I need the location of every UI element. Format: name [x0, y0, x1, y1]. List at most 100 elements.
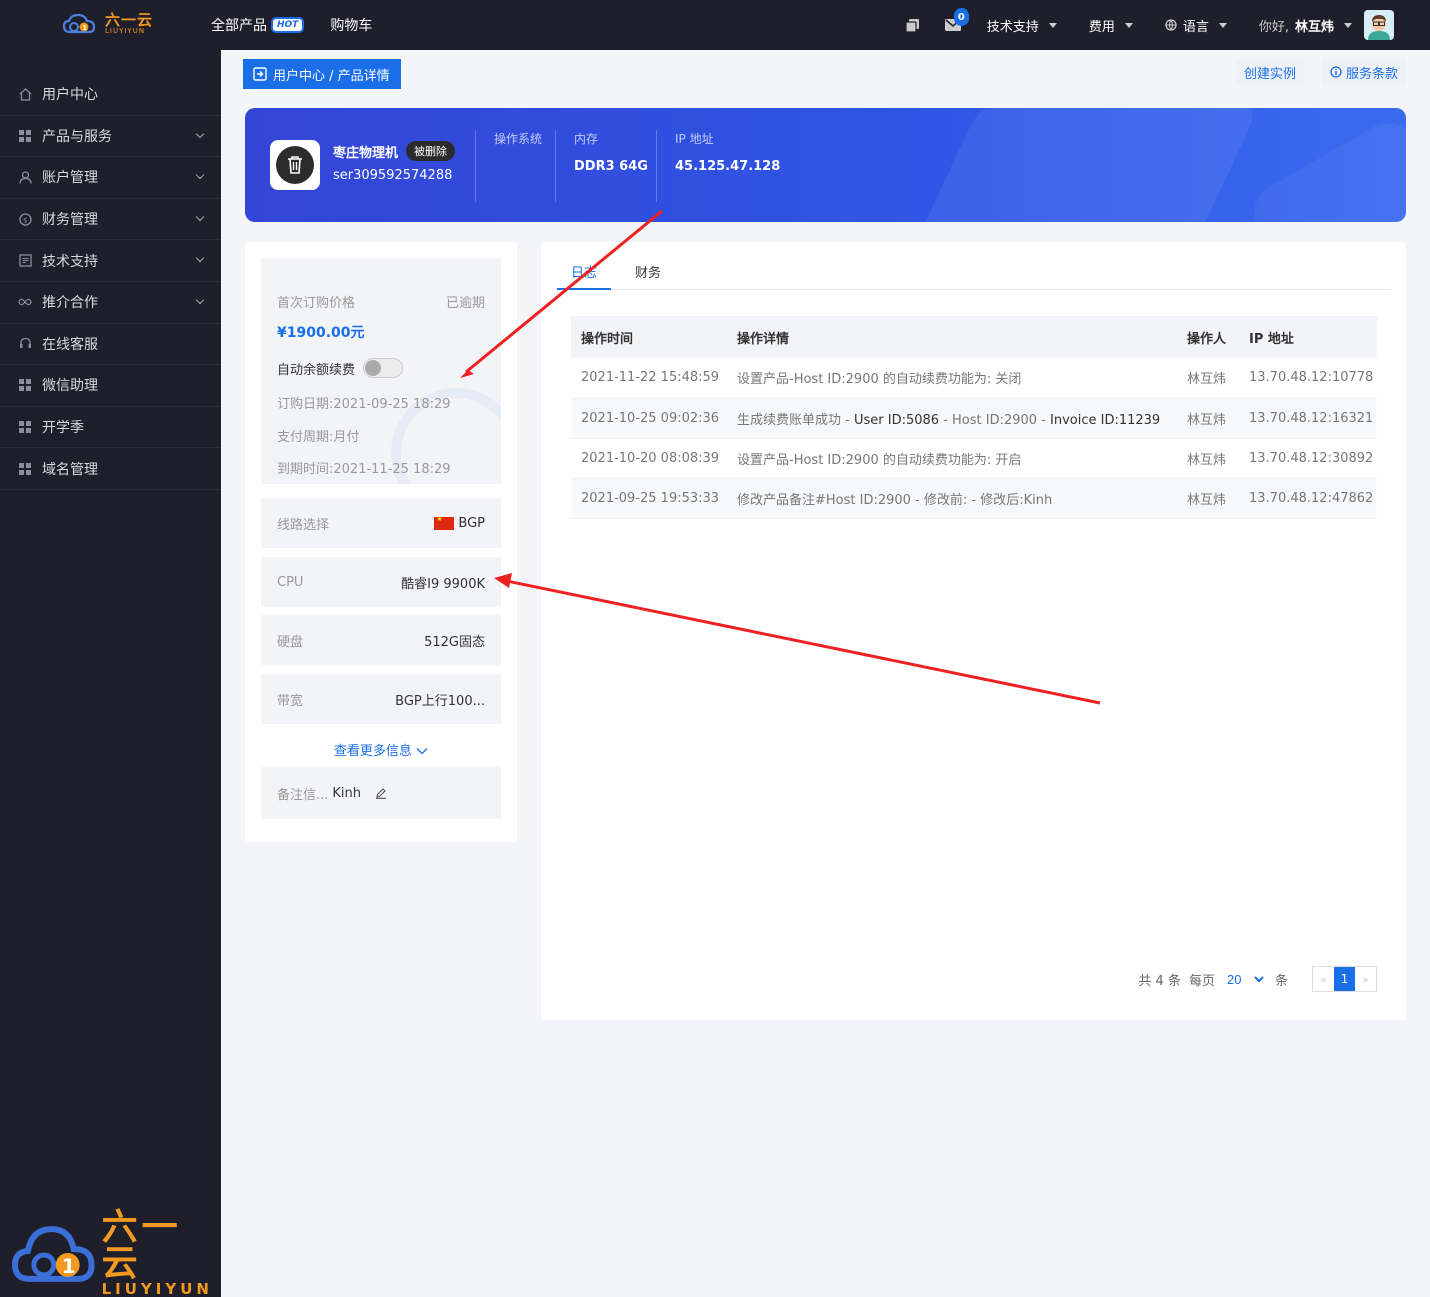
language-dropdown[interactable]: 语言 — [1165, 16, 1227, 35]
prev-page-button[interactable]: « — [1313, 967, 1334, 991]
chevron-down-icon — [416, 748, 428, 755]
invoice-id-link[interactable]: Invoice ID:11239 — [1050, 413, 1160, 428]
memory-value: DDR3 64G — [574, 159, 648, 174]
grid-icon — [18, 378, 32, 392]
note-value: Kinh — [332, 785, 362, 801]
nav-cart[interactable]: 购物车 — [330, 15, 372, 35]
spec-key: 硬盘 — [277, 634, 304, 650]
logo-text-en: LIUYIYUN — [105, 27, 146, 35]
fees-dropdown[interactable]: 费用 — [1089, 16, 1133, 35]
sidebar-item-products[interactable]: 产品与服务 — [0, 116, 221, 158]
sidebar-item-label: 账户管理 — [42, 170, 98, 187]
tech-support-label: 技术支持 — [986, 19, 1039, 35]
product-serial: ser309592574288 — [333, 168, 453, 183]
user-menu-dropdown[interactable]: 你好, 林互炜 — [1259, 10, 1394, 40]
nav-all-products[interactable]: 全部产品 HOT — [211, 15, 305, 35]
create-instance-button[interactable]: 创建实例 — [1235, 59, 1304, 85]
document-icon — [18, 254, 32, 268]
caret-down-icon — [1218, 22, 1227, 28]
trash-icon — [288, 156, 302, 174]
os-label: 操作系统 — [494, 132, 543, 146]
tab-bar: 日志 财务 — [557, 258, 1390, 290]
sidebar-item-referral[interactable]: 推介合作 — [0, 282, 221, 324]
copy-button[interactable] — [893, 0, 933, 50]
china-flag-icon — [434, 515, 455, 530]
sidebar-item-user-center[interactable]: 用户中心 — [0, 74, 221, 116]
sidebar-item-tech-support[interactable]: 技术支持 — [0, 240, 221, 282]
status-badge: 被删除 — [406, 141, 456, 161]
chevron-down-icon — [195, 295, 205, 305]
breadcrumb[interactable]: 用户中心 / 产品详情 — [243, 59, 401, 89]
sidebar-item-account[interactable]: 账户管理 — [0, 157, 221, 199]
memory-label: 内存 — [574, 132, 599, 146]
column-header: 操作详情 — [727, 316, 1177, 358]
chevron-down-icon — [195, 170, 205, 180]
tab-finance[interactable]: 财务 — [635, 258, 661, 290]
tech-support-dropdown[interactable]: 技术支持 — [987, 16, 1057, 35]
user-id-link[interactable]: User ID:5086 — [854, 413, 939, 428]
spec-key: 带宽 — [277, 693, 304, 709]
auto-renew-toggle[interactable] — [363, 358, 404, 378]
cloud-logo-icon: 1 — [12, 1225, 95, 1282]
logo-text-cn: 六一云 — [101, 1207, 182, 1284]
more-info-link[interactable]: 查看更多信息 — [245, 740, 517, 759]
service-terms-label: 服务条款 — [1345, 66, 1398, 82]
sidebar-item-online-service[interactable]: 在线客服 — [0, 324, 221, 366]
log-detail: 设置产品-Host ID:2900 的自动续费功能为: 开启 — [727, 438, 1177, 479]
order-date: 订购日期:2021-09-25 18:29 — [277, 397, 451, 412]
service-terms-button[interactable]: 服务条款 — [1321, 59, 1406, 85]
log-detail: 生成续费账单成功 - User ID:5086 - Host ID:2900 -… — [727, 398, 1177, 439]
logo-text-cn: 六一云 — [105, 11, 154, 29]
log-detail: 修改产品备注#Host ID:2900 - 修改前: - 修改后:Kinh — [727, 478, 1177, 519]
avatar[interactable] — [1364, 10, 1394, 40]
sidebar-item-wechat-assistant[interactable]: 微信助理 — [0, 365, 221, 407]
language-label: 语言 — [1182, 19, 1209, 35]
per-page-label: 每页 — [1188, 973, 1215, 989]
spec-value: 酷睿I9 9900K — [401, 576, 485, 592]
chevron-down-icon — [195, 129, 205, 138]
infinity-icon — [18, 295, 32, 309]
edit-icon[interactable] — [375, 787, 387, 799]
per-page-select[interactable]: 20 — [1222, 970, 1267, 988]
sidebar-item-finance[interactable]: $ 财务管理 — [0, 199, 221, 241]
spec-key: 线路选择 — [277, 517, 330, 533]
more-info-label: 查看更多信息 — [333, 744, 412, 759]
product-name: 枣庄物理机 — [333, 145, 399, 161]
next-page-button[interactable]: » — [1355, 967, 1376, 991]
messages-button[interactable]: 0 — [933, 0, 973, 50]
sidebar-item-label: 微信助理 — [42, 378, 98, 395]
svg-text:1: 1 — [62, 1254, 76, 1277]
price-value: ¥1900.00元 — [277, 325, 365, 341]
spec-value: BGP上行100... — [395, 693, 485, 709]
globe-icon — [1165, 19, 1177, 31]
table-row: 2021-11-22 15:48:59 设置产品-Host ID:2900 的自… — [571, 358, 1377, 399]
chevron-down-icon — [195, 212, 205, 222]
header-logo[interactable]: 1 六一云 LIUYIYUN — [62, 12, 153, 36]
sidebar-item-label: 推介合作 — [42, 295, 98, 312]
logo-text-en: LIUYIYUN — [101, 1280, 213, 1297]
ip-column: IP 地址 45.125.47.128 — [656, 130, 780, 202]
fees-label: 费用 — [1088, 19, 1115, 35]
auto-renew-label: 自动余额续费 — [277, 362, 356, 378]
log-detail-text: - Host ID:2900 - — [939, 412, 1050, 428]
cloud-logo-icon: 1 — [62, 13, 96, 34]
sidebar-item-domains[interactable]: 域名管理 — [0, 448, 221, 490]
avatar-image — [1364, 10, 1394, 40]
sidebar-item-back-to-school[interactable]: 开学季 — [0, 407, 221, 449]
current-page-button[interactable]: 1 — [1334, 967, 1355, 991]
tab-log[interactable]: 日志 — [557, 258, 612, 290]
grid-icon — [18, 420, 32, 434]
sidebar-menu: 用户中心 产品与服务 账户管理 $ 财务管理 技术支持 推介合作 在线客服 微信… — [0, 74, 221, 490]
nav-all-products-label: 全部产品 — [211, 18, 267, 34]
grid-icon — [18, 129, 32, 143]
home-icon — [18, 87, 32, 101]
per-page-unit: 条 — [1274, 973, 1288, 989]
sidebar-item-label: 域名管理 — [42, 461, 98, 478]
log-detail: 设置产品-Host ID:2900 的自动续费功能为: 关闭 — [727, 358, 1177, 399]
breadcrumb-text: 用户中心 / 产品详情 — [273, 68, 390, 84]
table-row: 2021-10-20 08:08:39 设置产品-Host ID:2900 的自… — [571, 438, 1377, 479]
log-user: 林互炜 — [1177, 358, 1239, 399]
hero-decoration — [908, 108, 1264, 222]
note-label: 备注信... — [277, 787, 329, 803]
product-summary-card: 枣庄物理机 被删除 ser309592574288 操作系统 内存 DDR3 6… — [245, 108, 1406, 222]
